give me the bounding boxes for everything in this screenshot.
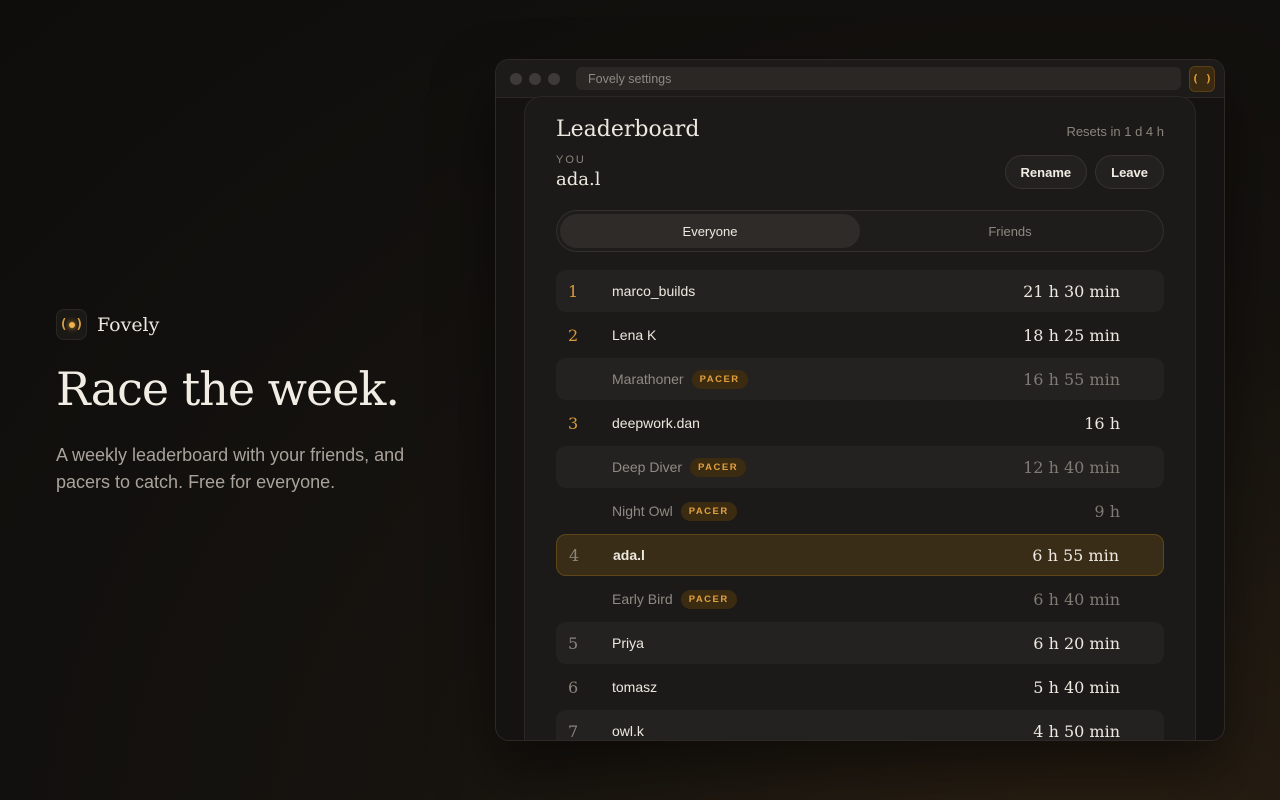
row-rank: 4 (569, 545, 580, 565)
row-name-wrap: Priya (612, 635, 644, 651)
pacer-badge: PACER (691, 369, 748, 389)
row-time: 16 h (1084, 413, 1120, 433)
fovely-logo-icon: () (56, 309, 87, 340)
leave-button[interactable]: Leave (1095, 155, 1164, 189)
maximize-window-button[interactable] (548, 72, 560, 85)
you-section: YOU ada.l Rename Leave (556, 154, 1164, 190)
row-name: Early Bird (612, 591, 673, 607)
row-rank: 5 (568, 633, 579, 653)
fovely-extension-icon[interactable]: ( ) (1189, 65, 1215, 92)
hero-subtitle: A weekly leaderboard with your friends, … (56, 445, 405, 492)
brand-name: Fovely (97, 313, 160, 336)
address-bar[interactable]: Fovely settings (576, 67, 1181, 90)
row-name-wrap: marco_builds (612, 283, 695, 299)
row-name: deepwork.dan (612, 415, 700, 431)
pacer-row[interactable]: Early Bird PACER 6 h 40 min (556, 578, 1164, 620)
row-time: 6 h 40 min (1033, 589, 1120, 609)
pacer-row[interactable]: Marathoner PACER 16 h 55 min (556, 358, 1164, 400)
tab-friends[interactable]: Friends (860, 214, 1160, 248)
row-name-wrap: Marathoner PACER (612, 369, 748, 389)
row-name: owl.k (612, 723, 644, 739)
row-name-wrap: Night Owl PACER (612, 501, 737, 521)
scope-segmented-control: Everyone Friends (556, 210, 1164, 252)
row-name-wrap: Early Bird PACER (612, 589, 737, 609)
pacer-badge: PACER (680, 589, 737, 609)
row-name: Priya (612, 635, 644, 651)
row-rank: 7 (568, 721, 579, 741)
you-actions: Rename Leave (1004, 155, 1164, 189)
leaderboard-row[interactable]: 6 tomasz 5 h 40 min (556, 666, 1164, 708)
row-name: marco_builds (612, 283, 696, 299)
traffic-lights (510, 72, 560, 85)
leaderboard-row[interactable]: 3 deepwork.dan 16 h (556, 402, 1164, 444)
row-name: Lena K (612, 327, 657, 343)
row-name: tomasz (612, 679, 658, 695)
row-name-wrap: owl.k (612, 723, 644, 739)
leaderboard-panel: Leaderboard Resets in 1 d 4 h YOU ada.l … (524, 96, 1196, 741)
row-name: Night Owl (612, 503, 673, 519)
row-time: 6 h 20 min (1033, 633, 1120, 653)
brand: () Fovely (56, 309, 456, 340)
row-name-wrap: Deep Diver PACER (612, 457, 747, 477)
pacer-badge: PACER (680, 501, 737, 521)
leaderboard-row[interactable]: 7 owl.k 4 h 50 min (556, 710, 1164, 741)
pacer-badge: PACER (690, 457, 747, 477)
row-name: ada.l (613, 547, 645, 563)
you-name: ada.l (556, 169, 601, 190)
pacer-row[interactable]: Night Owl PACER 9 h (556, 490, 1164, 532)
row-time: 5 h 40 min (1033, 677, 1120, 697)
row-rank: 1 (568, 281, 579, 301)
row-time: 12 h 40 min (1023, 457, 1120, 477)
browser-window: Fovely settings ( ) Leaderboard Resets i… (495, 59, 1225, 741)
reset-countdown: Resets in 1 d 4 h (1066, 124, 1164, 139)
leaderboard-row[interactable]: 2 Lena K 18 h 25 min (556, 314, 1164, 356)
row-rank: 6 (568, 677, 579, 697)
leaderboard-row[interactable]: 1 marco_builds 21 h 30 min (556, 270, 1164, 312)
my-leaderboard-row[interactable]: 4 ada.l 6 h 55 min (556, 534, 1164, 576)
row-time: 21 h 30 min (1023, 281, 1120, 301)
leaderboard-row[interactable]: 5 Priya 6 h 20 min (556, 622, 1164, 664)
row-time: 9 h (1094, 501, 1120, 521)
you-label: YOU (556, 154, 586, 166)
row-time: 18 h 25 min (1023, 325, 1120, 345)
hero-title: Race the week. (56, 362, 400, 416)
row-name: Deep Diver (612, 459, 683, 475)
close-window-button[interactable] (510, 72, 522, 85)
tab-everyone[interactable]: Everyone (560, 214, 860, 248)
leaderboard-title: Leaderboard (556, 117, 700, 142)
hero-section: () Fovely Race the week. A weekly leader… (56, 309, 456, 496)
rename-button[interactable]: Rename (1004, 155, 1088, 189)
row-rank: 2 (568, 325, 579, 345)
row-time: 4 h 50 min (1033, 721, 1120, 741)
minimize-window-button[interactable] (529, 72, 541, 85)
window-titlebar: Fovely settings ( ) (496, 60, 1224, 98)
row-name-wrap: Lena K (612, 327, 656, 343)
row-rank: 3 (568, 413, 579, 433)
leaderboard-list: 1 marco_builds 21 h 30 min 2 Lena K 18 h 25 m… (556, 270, 1164, 741)
row-time: 6 h 55 min (1032, 545, 1119, 565)
row-name-wrap: ada.l (613, 547, 645, 563)
row-name-wrap: tomasz (612, 679, 657, 695)
leaderboard-header: Leaderboard Resets in 1 d 4 h (556, 117, 1164, 142)
pacer-row[interactable]: Deep Diver PACER 12 h 40 min (556, 446, 1164, 488)
row-name: Marathoner (612, 371, 684, 387)
row-name-wrap: deepwork.dan (612, 415, 700, 431)
row-time: 16 h 55 min (1023, 369, 1120, 389)
